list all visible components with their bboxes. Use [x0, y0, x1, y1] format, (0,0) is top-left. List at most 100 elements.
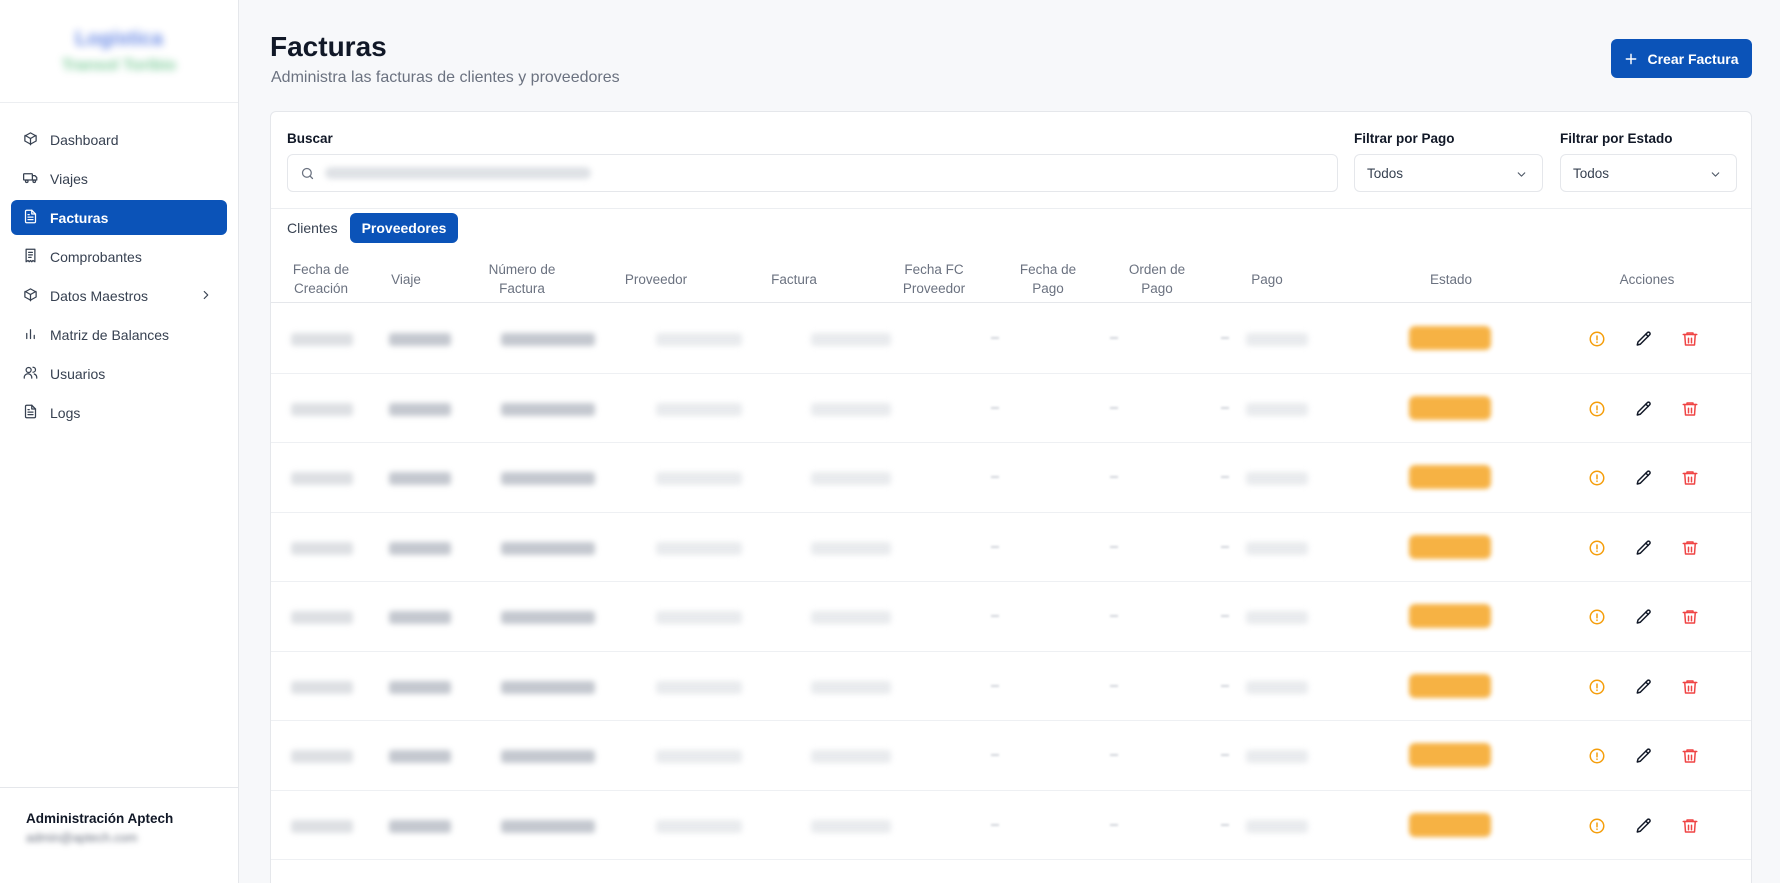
pago-filter-select[interactable]: Todos	[1354, 154, 1543, 192]
delete-button[interactable]	[1681, 678, 1699, 696]
sidebar-item-logs[interactable]: Logs	[11, 395, 227, 430]
edit-button[interactable]	[1635, 817, 1653, 835]
redacted-cell	[811, 333, 891, 346]
empty-cell	[1110, 337, 1118, 339]
column-header-fecha-fc-proveedor[interactable]: Fecha FC Proveedor	[889, 255, 979, 303]
column-header-acciones: Acciones	[1619, 271, 1675, 287]
sidebar-item-label: Dashboard	[50, 131, 119, 148]
table-row[interactable]	[271, 721, 1751, 791]
empty-cell	[1221, 615, 1229, 617]
delete-button[interactable]	[1681, 539, 1699, 557]
estado-filter-select[interactable]: Todos	[1560, 154, 1737, 192]
edit-button[interactable]	[1635, 469, 1653, 487]
column-header-fecha-pago[interactable]: Fecha de Pago	[1008, 255, 1088, 303]
redacted-cell	[656, 750, 742, 763]
empty-cell	[991, 615, 999, 617]
empty-cell	[991, 476, 999, 478]
delete-button[interactable]	[1681, 400, 1699, 418]
info-button[interactable]	[1588, 330, 1606, 348]
truck-icon	[23, 170, 38, 188]
edit-button[interactable]	[1635, 608, 1653, 626]
column-header-estado[interactable]: Estado	[1411, 255, 1491, 303]
create-invoice-button[interactable]: Crear Factura	[1611, 39, 1752, 78]
sidebar-item-matriz-balances[interactable]: Matriz de Balances	[11, 317, 227, 352]
redacted-cell	[291, 402, 353, 416]
column-header-proveedor[interactable]: Proveedor	[606, 255, 706, 303]
edit-button[interactable]	[1635, 400, 1653, 418]
chevron-down-icon	[1709, 168, 1722, 181]
delete-button[interactable]	[1681, 747, 1699, 765]
redacted-cell	[291, 541, 353, 555]
info-icon	[1588, 470, 1606, 491]
redacted-cell	[656, 680, 742, 694]
table-row[interactable]	[271, 374, 1751, 443]
edit-button[interactable]	[1635, 678, 1653, 696]
user-email: admin@aptech.com	[26, 831, 138, 845]
info-button[interactable]	[1588, 608, 1606, 626]
table-row[interactable]	[271, 513, 1751, 582]
tab-clientes[interactable]: Clientes	[287, 213, 350, 243]
table-row[interactable]	[271, 582, 1751, 652]
info-button[interactable]	[1588, 817, 1606, 835]
column-header-viaje[interactable]: Viaje	[371, 255, 441, 303]
info-button[interactable]	[1588, 747, 1606, 765]
table-row[interactable]	[271, 791, 1751, 860]
column-header-factura[interactable]: Factura	[749, 255, 839, 303]
table-row[interactable]	[271, 304, 1751, 374]
empty-cell	[1221, 337, 1229, 339]
tab-proveedores[interactable]: Proveedores	[349, 213, 459, 243]
sidebar-item-label: Usuarios	[50, 365, 106, 382]
sidebar-item-label: Logs	[50, 404, 81, 421]
pago-filter-value: Todos	[1367, 165, 1404, 181]
delete-button[interactable]	[1681, 817, 1699, 835]
table-row[interactable]	[271, 443, 1751, 513]
edit-button[interactable]	[1635, 539, 1653, 557]
delete-button[interactable]	[1681, 608, 1699, 626]
column-header-numero-factura[interactable]: Número de Factura	[467, 255, 577, 303]
sidebar-item-viajes[interactable]: Viajes	[11, 161, 227, 196]
info-button[interactable]	[1588, 469, 1606, 487]
info-button[interactable]	[1588, 678, 1606, 696]
delete-button[interactable]	[1681, 330, 1699, 348]
sidebar-item-dashboard[interactable]: Dashboard	[11, 122, 227, 157]
empty-cell	[991, 337, 999, 339]
sidebar-item-usuarios[interactable]: Usuarios	[11, 356, 227, 391]
app-logo[interactable]: Logística Transol Toribio	[0, 0, 238, 103]
redacted-cell	[1246, 333, 1308, 346]
empty-cell	[1221, 684, 1229, 687]
sidebar: Logística Transol Toribio Dashboard Viaj…	[0, 0, 239, 883]
empty-cell	[1110, 823, 1118, 826]
redacted-cell	[501, 541, 595, 555]
pencil-icon	[1635, 748, 1653, 769]
sidebar-item-facturas[interactable]: Facturas	[11, 200, 227, 235]
edit-button[interactable]	[1635, 330, 1653, 348]
column-header-pago[interactable]: Pago	[1227, 255, 1307, 303]
sidebar-item-comprobantes[interactable]: Comprobantes	[11, 239, 227, 274]
create-invoice-label: Crear Factura	[1647, 50, 1739, 67]
info-button[interactable]	[1588, 539, 1606, 557]
status-badge	[1409, 604, 1491, 628]
column-header-fecha-creacion[interactable]: Fecha de Creación	[276, 255, 366, 303]
status-badge	[1409, 743, 1491, 767]
column-header-orden-pago[interactable]: Orden de Pago	[1117, 255, 1197, 303]
trash-icon	[1681, 818, 1699, 839]
table-row[interactable]	[271, 652, 1751, 721]
sidebar-item-datos-maestros[interactable]: Datos Maestros	[11, 278, 227, 313]
chevron-right-icon[interactable]	[199, 288, 213, 305]
search-input[interactable]	[287, 154, 1338, 192]
delete-button[interactable]	[1681, 469, 1699, 487]
status-badge	[1409, 812, 1491, 837]
redacted-cell	[656, 402, 742, 416]
info-button[interactable]	[1588, 400, 1606, 418]
redacted-cell	[291, 819, 353, 833]
redacted-cell	[811, 819, 891, 833]
user-profile[interactable]: Administración Aptech admin@aptech.com	[0, 787, 239, 883]
redacted-cell	[1246, 750, 1308, 763]
redacted-cell	[389, 750, 451, 763]
redacted-cell	[389, 333, 451, 346]
cube-icon	[23, 131, 38, 149]
redacted-cell	[501, 819, 595, 833]
redacted-cell	[389, 472, 451, 485]
edit-button[interactable]	[1635, 747, 1653, 765]
empty-cell	[991, 754, 999, 756]
